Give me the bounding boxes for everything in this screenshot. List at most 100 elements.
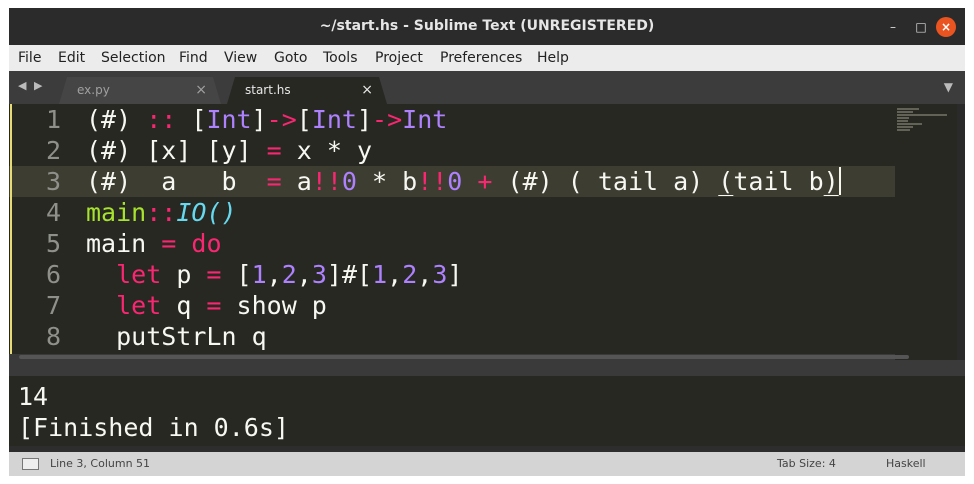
menu-bar: File Edit Selection Find View Goto Tools… [9, 45, 965, 71]
minimize-button[interactable]: – [883, 17, 903, 37]
title-bar: ~/start.hs - Sublime Text (UNREGISTERED)… [9, 8, 965, 45]
tab-close-icon[interactable]: × [195, 77, 207, 104]
code-line[interactable]: 7 let q = show p [9, 290, 895, 321]
build-output-text: 14 [Finished in 0.6s] [18, 381, 289, 443]
text-cursor [838, 167, 841, 195]
code-token: 2 [402, 260, 418, 289]
code-line[interactable]: 3 (#) a b = a!!0 * b!!0 + (#) ( tail a) (… [9, 166, 895, 197]
panel-divider[interactable] [9, 360, 965, 376]
tab-start-hs[interactable]: start.hs × [227, 77, 387, 104]
status-bar: Line 3, Column 51 Tab Size: 4 Haskell [9, 452, 965, 476]
code-token: Int [206, 105, 252, 134]
code-token: = [161, 229, 177, 258]
menu-file[interactable]: File [18, 45, 41, 71]
code-text: let q = show p [86, 290, 327, 321]
tab-close-icon[interactable]: × [361, 77, 373, 104]
line-number: 7 [45, 291, 61, 320]
code-token: + [477, 167, 493, 196]
code-token: = [206, 291, 222, 320]
horizontal-scrollbar-thumb[interactable] [19, 355, 909, 359]
code-token: , [266, 260, 282, 289]
output-line: 14 [18, 382, 49, 411]
tab-ex-py[interactable]: ex.py × [59, 77, 221, 104]
code-line[interactable]: 8 putStrLn q [9, 321, 895, 352]
code-token: !! [311, 167, 342, 196]
minimap[interactable] [895, 104, 957, 360]
code-line[interactable]: 6 let p = [1,2,3]#[1,2,3] [9, 259, 895, 290]
code-token: ] [251, 105, 267, 134]
code-token: () [206, 198, 237, 227]
tab-nav-arrows-icon[interactable]: ◀ ▶ [18, 79, 44, 92]
code-token: (#) [x] [y] [86, 136, 267, 165]
close-button[interactable]: × [936, 17, 956, 37]
code-token: Int [311, 105, 357, 134]
menu-edit[interactable]: Edit [58, 45, 85, 71]
code-token: 0 [341, 167, 357, 196]
code-token: tail b [733, 167, 824, 196]
modified-lines-marker [10, 104, 12, 360]
code-token: , [296, 260, 312, 289]
vertical-scrollbar[interactable] [957, 104, 965, 360]
code-token: -> [372, 105, 403, 134]
code-line[interactable]: 5 main = do [9, 228, 895, 259]
code-token: 3 [311, 260, 327, 289]
code-token: p [161, 260, 207, 289]
line-number: 2 [45, 136, 61, 165]
cursor-position[interactable]: Line 3, Column 51 [50, 452, 150, 476]
code-token: 1 [251, 260, 267, 289]
tab-label: start.hs [245, 83, 291, 97]
console-toggle-icon[interactable] [22, 458, 39, 470]
code-token: 1 [372, 260, 388, 289]
code-text: (#) :: [Int]->[Int]->Int [86, 104, 447, 135]
code-token: -> [266, 105, 297, 134]
code-token: show p [221, 291, 327, 320]
syntax-selector[interactable]: Haskell [886, 452, 926, 476]
code-token: [ [176, 105, 207, 134]
code-text: main = do [86, 228, 222, 259]
tab-bar: ◀ ▶ ex.py × start.hs × ▼ [9, 71, 965, 104]
menu-tools[interactable]: Tools [323, 45, 358, 71]
line-number: 5 [45, 229, 61, 258]
code-line[interactable]: 4 main::IO() [9, 197, 895, 228]
menu-help[interactable]: Help [537, 45, 569, 71]
tab-dropdown-icon[interactable]: ▼ [944, 80, 953, 94]
code-token: !! [417, 167, 448, 196]
code-token: do [191, 229, 222, 258]
code-text: putStrLn q [86, 321, 267, 352]
code-token: q [161, 291, 207, 320]
code-token: 0 [447, 167, 463, 196]
line-number: 3 [45, 167, 61, 196]
code-token: ]#[ [326, 260, 373, 289]
code-token: ) [823, 167, 839, 196]
code-editor[interactable]: 1 (#) :: [Int]->[Int]->Int 2 (#) [x] [y] = … [9, 104, 965, 360]
code-line[interactable]: 1 (#) :: [Int]->[Int]->Int [9, 104, 895, 135]
code-token: main [86, 229, 162, 258]
code-token: , [417, 260, 433, 289]
menu-selection[interactable]: Selection [101, 45, 166, 71]
sublime-window: ~/start.hs - Sublime Text (UNREGISTERED)… [9, 8, 965, 476]
code-token: 2 [281, 260, 297, 289]
code-text: let p = [1,2,3]#[1,2,3] [86, 259, 462, 290]
code-line[interactable]: 2 (#) [x] [y] = x * y [9, 135, 895, 166]
menu-goto[interactable]: Goto [274, 45, 307, 71]
window-title: ~/start.hs - Sublime Text (UNREGISTERED) [319, 18, 655, 34]
code-token: (#) a b [86, 167, 267, 196]
tab-size-selector[interactable]: Tab Size: 4 [777, 452, 836, 476]
code-token: :: [146, 105, 177, 134]
line-number: 6 [45, 260, 61, 289]
menu-find[interactable]: Find [179, 45, 208, 71]
menu-project[interactable]: Project [375, 45, 423, 71]
code-token: = [266, 136, 282, 165]
code-token: * b [356, 167, 418, 196]
editor-lines: 1 (#) :: [Int]->[Int]->Int 2 (#) [x] [y] = … [9, 104, 895, 360]
output-line: [Finished in 0.6s] [18, 413, 289, 442]
menu-view[interactable]: View [224, 45, 257, 71]
menu-preferences[interactable]: Preferences [440, 45, 522, 71]
code-token: 3 [432, 260, 448, 289]
maximize-button[interactable]: □ [911, 17, 931, 37]
code-token: (#) [86, 105, 147, 134]
